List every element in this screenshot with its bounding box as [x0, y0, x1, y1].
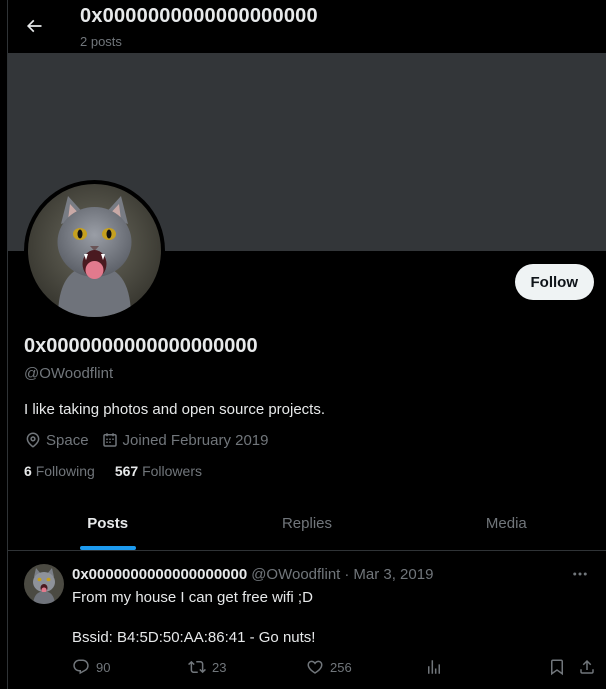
reply-button[interactable]: 90: [72, 658, 110, 676]
more-icon: [573, 572, 587, 576]
views-button[interactable]: [425, 658, 449, 676]
calendar-icon: [102, 433, 117, 447]
tab-replies[interactable]: Replies: [207, 497, 406, 550]
like-count: 256: [330, 659, 352, 675]
post-item[interactable]: 0x0000000000000000000 @OWoodflint · Mar …: [8, 552, 606, 689]
post-header: 0x0000000000000000000 @OWoodflint · Mar …: [72, 566, 433, 583]
tab-media[interactable]: Media: [407, 497, 606, 550]
following-count: 6: [24, 463, 32, 479]
post-separator: ·: [344, 566, 350, 583]
tab-posts[interactable]: Posts: [8, 497, 207, 550]
location-pin-icon: [26, 432, 40, 448]
profile-header: 0x0000000000000000000 2 posts: [8, 0, 606, 53]
tab-posts-label: Posts: [87, 515, 129, 532]
reply-count: 90: [96, 659, 111, 675]
back-button[interactable]: [20, 12, 48, 40]
followers-label: Followers: [142, 463, 202, 479]
repost-button[interactable]: 23: [188, 658, 226, 676]
profile-stats: 6 Following 567 Followers: [24, 463, 222, 479]
post-text: From my house I can get free wifi ;D Bss…: [72, 588, 315, 648]
post-actions: 90 23 256: [72, 658, 598, 678]
profile-joined: Joined February 2019: [101, 431, 269, 449]
bookmark-button[interactable]: [548, 658, 572, 676]
active-tab-indicator: [79, 546, 136, 550]
tab-replies-label: Replies: [281, 515, 332, 532]
like-icon: [307, 660, 323, 674]
followers-count: 567: [114, 463, 139, 479]
following-label: Following: [35, 463, 95, 479]
left-rail: [0, 0, 8, 689]
tab-media-label: Media: [485, 515, 527, 532]
cat-avatar-image: [28, 184, 161, 317]
like-button[interactable]: 256: [306, 658, 352, 676]
post-more-button[interactable]: [570, 566, 590, 582]
profile-display-name: 0x0000000000000000000: [24, 335, 258, 357]
post-author-handle[interactable]: @OWoodflint: [251, 566, 340, 583]
profile-location: Space: [24, 431, 89, 449]
share-icon: [580, 659, 594, 674]
post-author-name[interactable]: 0x0000000000000000000: [72, 566, 247, 583]
repost-count: 23: [212, 659, 227, 675]
reply-icon: [73, 659, 89, 675]
bookmark-icon: [551, 659, 563, 676]
share-button[interactable]: [578, 658, 602, 676]
repost-icon: [188, 660, 206, 674]
post-text-line: From my house I can get free wifi ;D: [72, 589, 313, 606]
following-link[interactable]: 6 Following: [24, 463, 95, 479]
profile-tabs: Posts Replies Media: [8, 497, 606, 551]
profile-main: 0x0000000000000000000 2 posts Follow 0x0…: [8, 0, 606, 689]
header-post-count: 2 posts: [80, 34, 122, 49]
post-text-line: Bssid: B4:5D:50:AA:86:41 - Go nuts!: [72, 629, 316, 646]
followers-link[interactable]: 567 Followers: [115, 463, 202, 479]
follow-button[interactable]: Follow: [514, 264, 594, 300]
profile-bio: I like taking photos and open source pro…: [24, 401, 326, 418]
profile-handle: @OWoodflint: [24, 365, 114, 382]
views-icon: [428, 660, 440, 674]
header-title: 0x0000000000000000000: [80, 5, 318, 27]
location-text: Space: [46, 431, 89, 449]
post-date[interactable]: Mar 3, 2019: [353, 566, 433, 583]
joined-text: Joined February 2019: [122, 431, 269, 449]
post-avatar[interactable]: [24, 564, 64, 604]
back-arrow-icon: [26, 19, 42, 33]
profile-avatar[interactable]: [24, 180, 165, 321]
profile-meta: Space Joined February 2019: [24, 431, 280, 449]
